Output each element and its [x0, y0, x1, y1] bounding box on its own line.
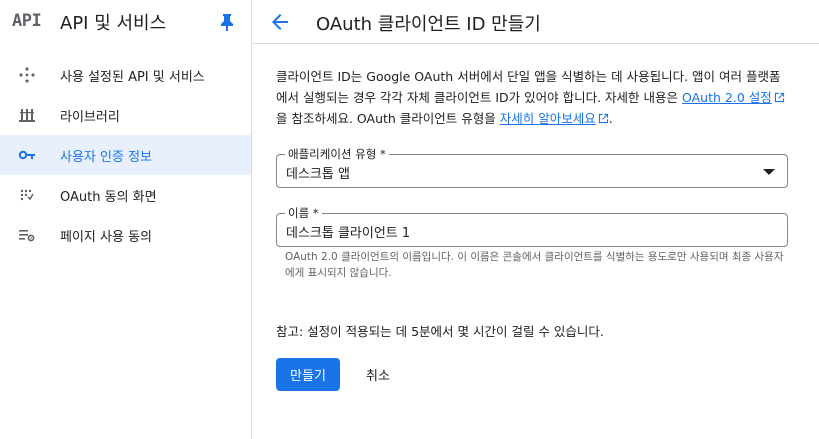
description-block: 클라이언트 ID는 Google OAuth 서버에서 단일 앱을 식별하는 데… [276, 66, 791, 129]
api-logo: API [12, 11, 42, 31]
diamond-dots-icon [19, 67, 35, 83]
description-text: 클라이언트 ID는 Google OAuth 서버에서 단일 앱을 식별하는 데… [276, 66, 791, 129]
settings-note: 참고: 설정이 적용되는 데 5분에서 몇 시간이 걸릴 수 있습니다. [276, 324, 604, 339]
cancel-button[interactable]: 취소 [349, 358, 407, 391]
sidebar-item-label: 사용자 인증 정보 [60, 150, 152, 165]
name-input[interactable]: 이름 * 데스크톱 클라이언트 1 [276, 205, 788, 247]
sidebar-header: API API 및 서비스 [0, 0, 251, 44]
settings-list-icon [19, 230, 35, 242]
learn-more-link[interactable]: 자세히 알아보세요 [500, 111, 609, 126]
sidebar-item-label: OAuth 동의 화면 [60, 190, 157, 205]
page-header: OAuth 클라이언트 ID 만들기 [252, 0, 819, 44]
consent-dots-icon [20, 189, 34, 201]
sidebar-item-label: 사용 설정된 API 및 서비스 [60, 70, 205, 85]
oauth-settings-link[interactable]: OAuth 2.0 설정 [682, 90, 785, 105]
external-link-icon [774, 92, 784, 103]
name-value: 데스크톱 클라이언트 1 [286, 226, 411, 241]
sidebar-item-credentials[interactable]: 사용자 인증 정보 [0, 135, 251, 175]
sidebar-item-enabled-apis[interactable]: 사용 설정된 API 및 서비스 [0, 55, 251, 95]
sidebar-title: API 및 서비스 [60, 13, 167, 34]
name-hint: OAuth 2.0 클라이언트의 이름입니다. 이 이름은 콘솔에서 클라이언트… [285, 251, 784, 279]
back-arrow-icon[interactable] [270, 12, 290, 32]
sidebar-item-library[interactable]: 라이브러리 [0, 95, 251, 135]
key-icon [18, 150, 35, 160]
application-type-select[interactable]: 애플리케이션 유형 * 데스크톱 앱 [276, 146, 788, 188]
sidebar-item-oauth-consent[interactable]: OAuth 동의 화면 [0, 175, 251, 215]
application-type-value: 데스크톱 앱 [286, 167, 350, 182]
main-panel: OAuth 클라이언트 ID 만들기 클라이언트 ID는 Google OAut… [252, 0, 819, 439]
application-type-label: 애플리케이션 유형 * [285, 146, 389, 162]
library-icon [19, 109, 35, 122]
sidebar-nav: 사용 설정된 API 및 서비스 라이브러리 사용자 인증 정보 OAuth 동… [0, 55, 251, 255]
sidebar-item-label: 라이브러리 [60, 110, 120, 125]
sidebar: API API 및 서비스 사용 설정된 API 및 서비스 라이브러리 사용자… [0, 0, 252, 439]
pin-icon[interactable] [219, 13, 235, 31]
create-button[interactable]: 만들기 [276, 358, 340, 391]
sidebar-item-label: 페이지 사용 동의 [60, 230, 152, 245]
sidebar-item-page-usage-agreement[interactable]: 페이지 사용 동의 [0, 215, 251, 255]
name-label: 이름 * [285, 205, 322, 221]
page-title: OAuth 클라이언트 ID 만들기 [316, 14, 541, 35]
external-link-icon [598, 113, 608, 124]
dropdown-arrow-icon [763, 169, 775, 175]
